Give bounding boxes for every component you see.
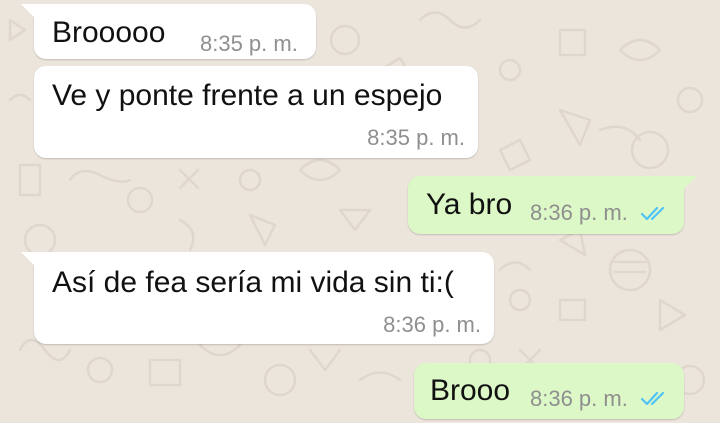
incoming-message-bubble[interactable]: Brooooo 8:35 p. m. xyxy=(21,4,316,59)
message-text: Brooo xyxy=(430,374,511,407)
message-time: 8:36 p. m. xyxy=(383,312,481,337)
message-text: Ya bro xyxy=(426,188,513,221)
message-text: Así de fea sería mi vida sin ti:( xyxy=(52,266,454,299)
double-check-icon xyxy=(640,206,665,221)
bubble-tail xyxy=(21,4,35,18)
message-time: 8:35 p. m. xyxy=(367,125,465,150)
message-time: 8:36 p. m. xyxy=(530,200,628,225)
message-text: Brooooo xyxy=(52,16,166,49)
incoming-message-bubble[interactable]: Así de fea sería mi vida sin ti:( 8:36 p… xyxy=(21,252,494,344)
outgoing-message-bubble[interactable]: Brooo 8:36 p. m. xyxy=(414,363,684,419)
incoming-message-bubble[interactable]: Ve y ponte frente a un espejo 8:35 p. m. xyxy=(34,66,478,158)
outgoing-message-bubble[interactable]: Ya bro 8:36 p. m. xyxy=(408,176,697,234)
double-check-icon xyxy=(640,391,665,406)
message-text: Ve y ponte frente a un espejo xyxy=(52,79,443,112)
bubble-tail xyxy=(21,252,35,266)
message-time: 8:36 p. m. xyxy=(530,386,628,411)
bubble-tail xyxy=(683,176,697,190)
message-time: 8:35 p. m. xyxy=(200,31,298,56)
